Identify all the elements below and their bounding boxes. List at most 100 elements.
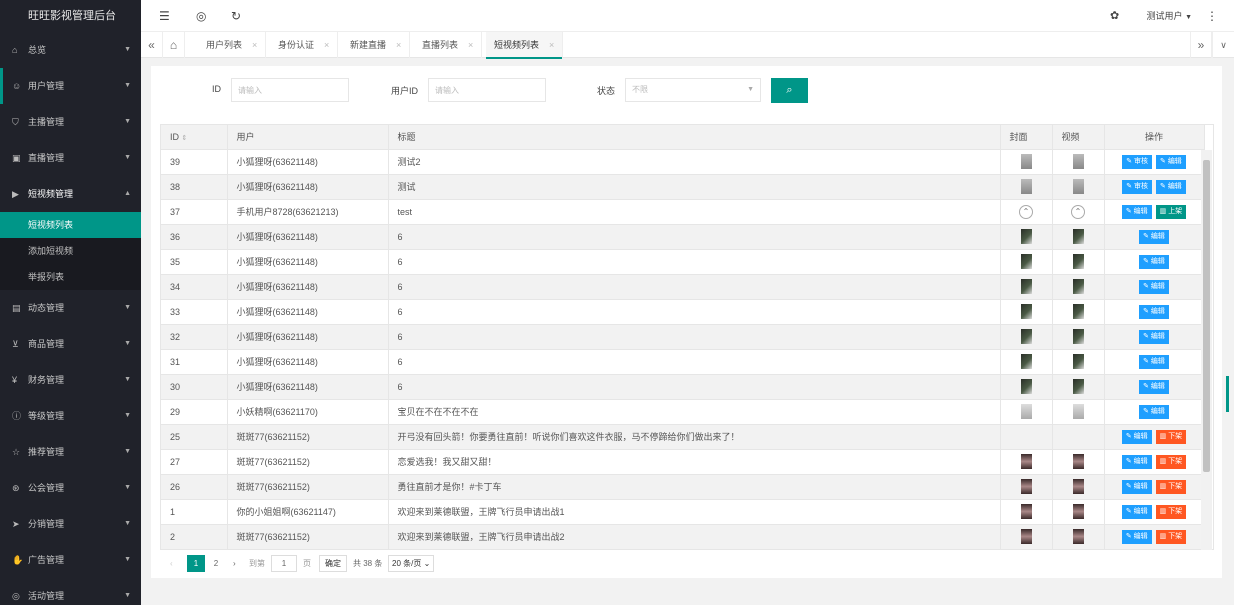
video-thumbnail[interactable] <box>1072 179 1084 194</box>
tabs-prev-icon[interactable]: « <box>141 32 163 58</box>
video-thumbnail[interactable] <box>1072 529 1084 544</box>
sidebar-item-8[interactable]: ⓘ 等级管理 ▼ <box>0 398 141 434</box>
action-button[interactable]: ✎ 审核 <box>1122 179 1152 194</box>
close-icon[interactable]: × <box>468 40 473 50</box>
cover-thumbnail[interactable] <box>1020 479 1032 494</box>
action-button[interactable]: ✎ 编辑 <box>1139 304 1169 319</box>
video-thumbnail[interactable] <box>1072 379 1084 394</box>
goto-page-input[interactable]: 1 <box>271 555 297 572</box>
table-row[interactable]: 26 斑斑77(63621152) 勇往直前才是你！#卡丁车 ✎ 编辑 ▥ 下架 <box>161 474 1205 500</box>
sidebar-item-6[interactable]: ⊻ 商品管理 ▼ <box>0 326 141 362</box>
table-row[interactable]: 27 斑斑77(63621152) 恋爱选我！我又甜又甜！ ✎ 编辑 ▥ 下架 <box>161 449 1205 475</box>
action-button[interactable]: ✎ 编辑 <box>1139 329 1169 344</box>
cover-thumbnail[interactable] <box>1020 329 1032 344</box>
action-button[interactable]: ▥ 下架 <box>1155 479 1187 494</box>
globe-icon[interactable]: ◎ <box>196 0 206 32</box>
action-button[interactable]: ✎ 编辑 <box>1139 379 1169 394</box>
cover-thumbnail[interactable] <box>1020 229 1032 244</box>
tabs-next-icon[interactable]: » <box>1190 32 1212 58</box>
sidebar-item-4[interactable]: ▶ 短视频管理 ▲ <box>0 176 141 212</box>
table-row[interactable]: 37 手机用户8728(63621213) test ⌃ ⌃ ✎ 编辑 ▥ 上架 <box>161 199 1205 225</box>
status-select[interactable]: 不限 ▼ <box>625 78 761 102</box>
cover-thumbnail[interactable] <box>1020 179 1032 194</box>
tabs-menu-icon[interactable]: ∨ <box>1212 32 1234 58</box>
cover-thumbnail[interactable] <box>1020 379 1032 394</box>
page-1[interactable]: 1 <box>187 555 205 572</box>
tab-2[interactable]: 新建直播 × <box>342 32 411 58</box>
table-row[interactable]: 1 你的小姐姐啊(63621147) 欢迎来到莱德联盟，王牌飞行员申请出战1 ✎ 编辑… <box>161 499 1205 525</box>
cover-thumbnail[interactable] <box>1020 304 1032 319</box>
sidebar-item-10[interactable]: ⊛ 公会管理 ▼ <box>0 470 141 506</box>
cover-thumbnail[interactable] <box>1020 404 1032 419</box>
sidebar-item-1[interactable]: ☺ 用户管理 ▼ <box>0 68 141 104</box>
page-2[interactable]: 2 <box>211 555 221 572</box>
tab-3[interactable]: 直播列表 × <box>414 32 483 58</box>
action-button[interactable]: ▥ 上架 <box>1155 204 1187 219</box>
action-button[interactable]: ✎ 编辑 <box>1156 154 1186 169</box>
refresh-icon[interactable]: ↻ <box>231 0 241 32</box>
chevron-up-icon[interactable]: ⌃ <box>1019 204 1033 219</box>
table-row[interactable]: 36 小狐狸呀(63621148) 6 ✎ 编辑 <box>161 224 1205 250</box>
tab-1[interactable]: 身份认证 × <box>270 32 339 58</box>
theme-icon[interactable]: ✿ <box>1110 0 1119 32</box>
close-icon[interactable]: × <box>396 40 401 50</box>
video-thumbnail[interactable] <box>1072 404 1084 419</box>
cover-thumbnail[interactable] <box>1020 254 1032 269</box>
video-thumbnail[interactable] <box>1072 279 1084 294</box>
sidebar-item-9[interactable]: ☆ 推荐管理 ▼ <box>0 434 141 470</box>
next-page-icon[interactable]: › <box>233 555 236 572</box>
cover-thumbnail[interactable] <box>1020 454 1032 469</box>
col-id[interactable]: ID ⇕ <box>161 125 228 150</box>
video-thumbnail[interactable] <box>1072 504 1084 519</box>
sidebar-item-3[interactable]: ▣ 直播管理 ▼ <box>0 140 141 176</box>
action-button[interactable]: ✎ 编辑 <box>1139 354 1169 369</box>
action-button[interactable]: ✎ 编辑 <box>1139 254 1169 269</box>
table-row[interactable]: 33 小狐狸呀(63621148) 6 ✎ 编辑 <box>161 299 1205 325</box>
action-button[interactable]: ✎ 编辑 <box>1121 504 1152 519</box>
action-button[interactable]: ✎ 编辑 <box>1139 404 1169 419</box>
action-button[interactable]: ✎ 审核 <box>1122 154 1152 169</box>
home-tab-icon[interactable]: ⌂ <box>163 32 185 58</box>
action-button[interactable]: ▥ 下架 <box>1155 454 1187 469</box>
more-icon[interactable]: ⋮ <box>1206 0 1218 32</box>
close-icon[interactable]: × <box>252 40 257 50</box>
sidebar-item-7[interactable]: ¥ 财务管理 ▼ <box>0 362 141 398</box>
tab-0[interactable]: 用户列表 × <box>198 32 267 58</box>
sort-icon[interactable]: ⇕ <box>182 135 188 142</box>
table-row[interactable]: 30 小狐狸呀(63621148) 6 ✎ 编辑 <box>161 374 1205 400</box>
cover-thumbnail[interactable] <box>1020 279 1032 294</box>
tab-4[interactable]: 短视频列表 × <box>486 32 564 59</box>
video-thumbnail[interactable] <box>1072 229 1084 244</box>
video-thumbnail[interactable] <box>1072 354 1084 369</box>
action-button[interactable]: ▥ 下架 <box>1155 504 1187 519</box>
sidebar-item-0[interactable]: ⌂ 总览 ▼ <box>0 32 141 68</box>
sidebar-subitem-2[interactable]: 举报列表 <box>0 264 141 290</box>
table-scrollbar[interactable] <box>1201 150 1212 550</box>
table-row[interactable]: 38 小狐狸呀(63621148) 测试 ✎ 审核 ✎ 编辑 <box>161 174 1205 200</box>
action-button[interactable]: ✎ 编辑 <box>1121 479 1152 494</box>
table-row[interactable]: 29 小妖精啊(63621170) 宝贝在不在不在不在 ✎ 编辑 <box>161 399 1205 425</box>
video-thumbnail[interactable] <box>1072 154 1084 169</box>
table-row[interactable]: 34 小狐狸呀(63621148) 6 ✎ 编辑 <box>161 274 1205 300</box>
sidebar-item-13[interactable]: ◎ 活动管理 ▼ <box>0 578 141 605</box>
table-row[interactable]: 31 小狐狸呀(63621148) 6 ✎ 编辑 <box>161 349 1205 375</box>
action-button[interactable]: ✎ 编辑 <box>1156 179 1186 194</box>
video-thumbnail[interactable] <box>1072 254 1084 269</box>
user-id-input[interactable] <box>428 78 546 102</box>
prev-page-icon[interactable]: ‹ <box>170 555 173 572</box>
video-thumbnail[interactable] <box>1072 329 1084 344</box>
search-button[interactable]: ⌕ <box>771 78 808 103</box>
cover-thumbnail[interactable] <box>1020 529 1032 544</box>
action-button[interactable]: ✎ 编辑 <box>1121 204 1152 219</box>
close-icon[interactable]: × <box>549 40 554 50</box>
action-button[interactable]: ✎ 编辑 <box>1139 229 1169 244</box>
table-row[interactable]: 35 小狐狸呀(63621148) 6 ✎ 编辑 <box>161 249 1205 275</box>
action-button[interactable]: ✎ 编辑 <box>1139 279 1169 294</box>
menu-collapse-icon[interactable]: ☰ <box>159 0 170 32</box>
action-button[interactable]: ▥ 下架 <box>1155 529 1187 544</box>
chevron-up-icon[interactable]: ⌃ <box>1071 204 1085 219</box>
action-button[interactable]: ▥ 下架 <box>1155 429 1187 444</box>
video-thumbnail[interactable] <box>1072 304 1084 319</box>
sidebar-item-2[interactable]: ⛉ 主播管理 ▼ <box>0 104 141 140</box>
cover-thumbnail[interactable] <box>1020 154 1032 169</box>
